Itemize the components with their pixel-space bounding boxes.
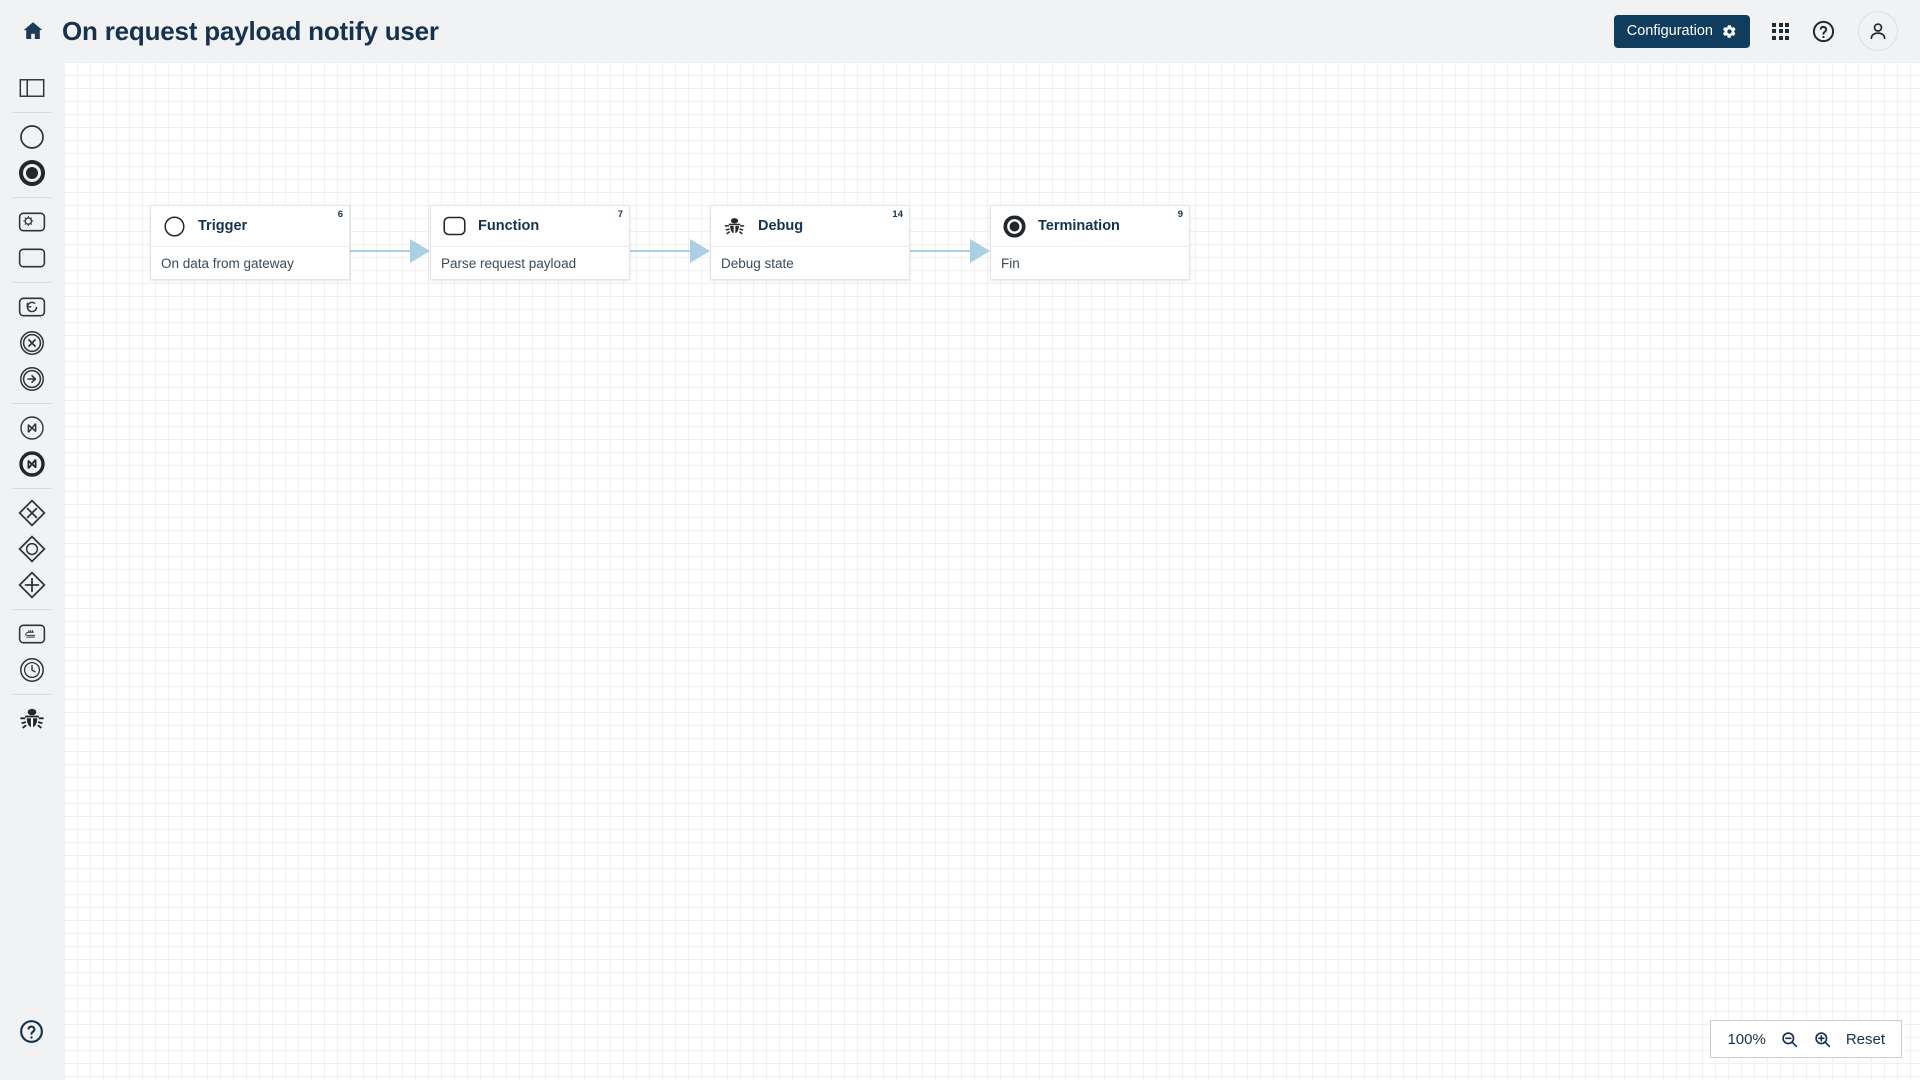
sidebar-item-signal-event[interactable] [10,410,54,446]
sidebar-divider [13,609,51,610]
sidebar-item-event-gateway[interactable] [10,531,54,567]
flow-node-termination[interactable]: Termination 9 Fin [990,205,1190,280]
sidebar-divider [13,488,51,489]
help-circle-icon[interactable] [1811,19,1836,44]
node-title: Function [478,218,540,234]
node-title: Debug [758,218,804,234]
sidebar-item-signal-event-filled[interactable] [10,446,54,482]
app-header: On request payload notify user Configura… [0,0,1920,62]
connector-debug-termination [910,239,990,263]
sidebar-divider [13,282,51,283]
node-body-text: Parse request payload [441,255,577,271]
sidebar-item-timer-event[interactable] [10,652,54,688]
sidebar-item-exclusive-gateway[interactable] [10,495,54,531]
flow-node-debug[interactable]: Debug 14 Debug state [710,205,910,280]
zoom-in-icon[interactable] [1813,1030,1832,1049]
grid-apps-icon[interactable] [1772,22,1789,40]
node-title: Termination [1038,218,1120,234]
sidebar-help-icon[interactable] [18,1018,45,1050]
sidebar-item-debug[interactable] [10,701,54,737]
flow-canvas[interactable]: Trigger 6 On data from gateway Function … [64,62,1920,1080]
gear-icon [1723,24,1736,38]
node-title: Trigger [198,218,248,234]
node-badge: 6 [337,209,343,220]
zoom-controls: 100% Reset [1710,1020,1902,1058]
node-header: Function 7 [431,206,629,247]
sidebar-item-forward-event[interactable] [10,361,54,397]
header-actions: Configuration [1613,11,1898,51]
sidebar-item-panel-toggle[interactable] [10,70,54,106]
configuration-button[interactable]: Configuration [1613,14,1750,48]
sidebar-divider [13,112,51,113]
zoom-level-label: 100% [1727,1030,1766,1048]
flow-node-trigger[interactable]: Trigger 6 On data from gateway [150,205,350,280]
sidebar-item-manual-task[interactable] [10,616,54,652]
node-body-text: On data from gateway [161,255,294,271]
sidebar-item-start-event[interactable] [10,119,54,155]
sidebar-divider [13,197,51,198]
sidebar-item-cancel-event[interactable] [10,325,54,361]
configuration-button-label: Configuration [1626,23,1713,39]
sidebar-item-task[interactable] [10,240,54,276]
tool-sidebar [0,62,64,1080]
user-avatar-icon[interactable] [1858,11,1898,51]
node-badge: 9 [1177,209,1183,220]
home-icon[interactable] [18,16,48,46]
connector-function-debug [630,239,710,263]
end-event-icon [1001,213,1027,239]
page-title: On request payload notify user [62,15,439,46]
node-body-text: Debug state [721,255,794,271]
sidebar-divider [13,403,51,404]
task-icon [441,213,467,239]
node-badge: 14 [892,209,903,220]
debug-icon [721,213,747,239]
zoom-out-icon[interactable] [1780,1030,1799,1049]
node-badge: 7 [617,209,623,220]
node-body-text: Fin [1001,255,1020,271]
sidebar-item-service-task[interactable] [10,204,54,240]
sidebar-divider [13,694,51,695]
sidebar-item-end-event[interactable] [10,155,54,191]
sidebar-item-parallel-gateway[interactable] [10,567,54,603]
node-header: Debug 14 [711,206,909,247]
start-event-icon [161,213,187,239]
node-header: Trigger 6 [151,206,349,247]
connector-trigger-function [350,239,430,263]
sidebar-item-loop-task[interactable] [10,289,54,325]
node-header: Termination 9 [991,206,1189,247]
flow-node-function[interactable]: Function 7 Parse request payload [430,205,630,280]
zoom-reset-button[interactable]: Reset [1846,1031,1885,1048]
